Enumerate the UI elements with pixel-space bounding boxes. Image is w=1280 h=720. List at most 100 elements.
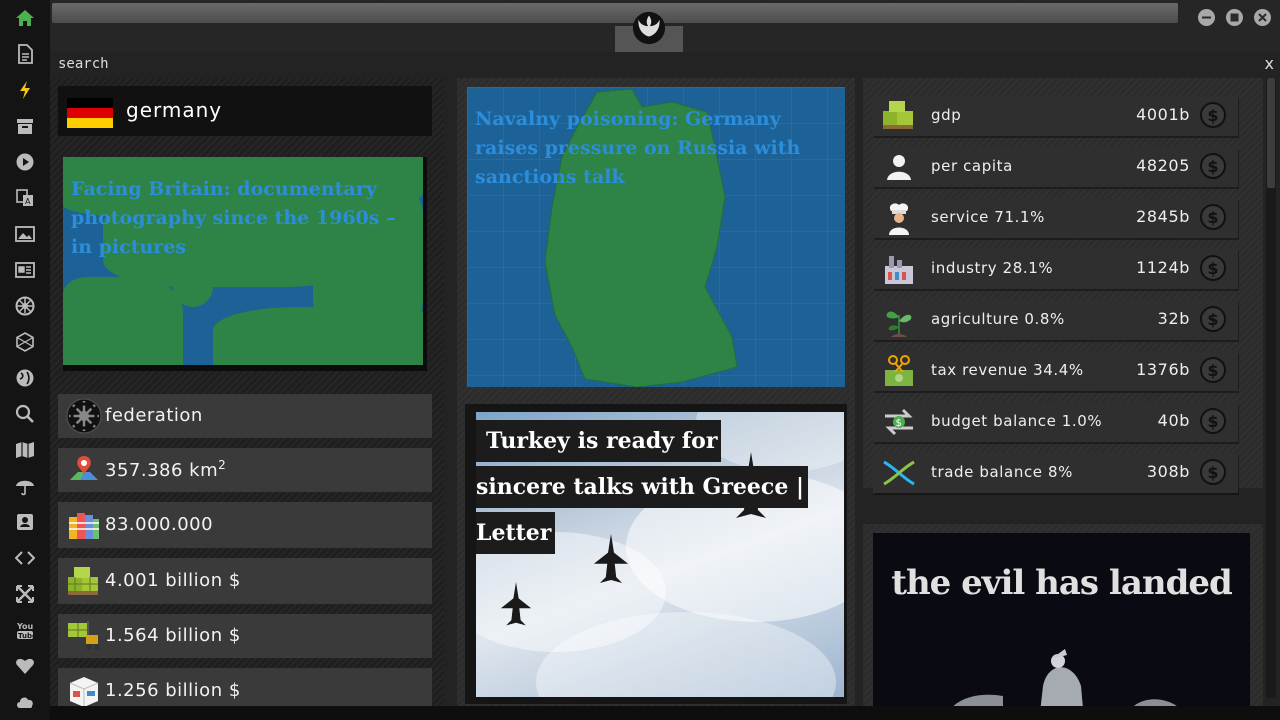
area-row: 357.386 km2 (58, 448, 432, 492)
dollar-icon[interactable]: $ (1200, 153, 1226, 179)
minimize-icon[interactable] (1198, 9, 1215, 26)
exports-total: 1.256 billion $ (105, 680, 241, 701)
lightning-icon[interactable] (13, 78, 37, 102)
germany-news-headline[interactable]: Navalny poisoning: Germany raises pressu… (475, 105, 820, 192)
turkey-headline-line-3[interactable]: Letter (476, 512, 556, 554)
cloud-icon[interactable] (13, 690, 37, 714)
germany-news-card[interactable]: Navalny poisoning: Germany raises pressu… (467, 87, 845, 387)
economy-stats-column: gdp 4001b $ per capita 48205 $ service 7… (863, 78, 1263, 493)
svg-text:$: $ (896, 418, 902, 429)
stat-label: agriculture 0.8% (931, 310, 1065, 328)
contact-icon[interactable] (13, 510, 37, 534)
play-icon[interactable] (13, 150, 37, 174)
dollar-icon[interactable]: $ (1200, 357, 1226, 383)
exports-row: 1.256 billion $ (58, 668, 432, 706)
money-forklift-icon (68, 621, 100, 650)
heart-icon[interactable] (13, 654, 37, 678)
document-icon[interactable] (13, 42, 37, 66)
chef-icon (889, 203, 909, 235)
country-header[interactable]: germany (58, 86, 432, 136)
map-icon[interactable] (13, 438, 37, 462)
umbrella-icon[interactable] (13, 474, 37, 498)
scrollbar[interactable] (1266, 78, 1276, 698)
stat-value: 1124b (1136, 258, 1190, 277)
expand-icon[interactable] (13, 582, 37, 606)
title-bar (50, 0, 1280, 52)
stat-value: 40b (1157, 411, 1190, 430)
budget-total: 1.564 billion $ (105, 625, 241, 646)
country-name: germany (126, 98, 223, 122)
money-pallet-icon (68, 567, 98, 595)
dollar-icon[interactable]: $ (1200, 102, 1226, 128)
eagle-emblem-image (953, 649, 1177, 706)
image-icon[interactable] (13, 222, 37, 246)
stat-value: 308b (1146, 462, 1190, 481)
main-panel: search x germany Facing Britain: documen… (50, 52, 1280, 706)
turkey-headline-line-2[interactable]: sincere talks with Greece | (476, 466, 808, 508)
stat-row[interactable]: agriculture 0.8% 32b $ (873, 300, 1238, 340)
map-pin-icon (70, 456, 98, 480)
trade-cross-icon (883, 460, 915, 486)
close-search-button[interactable]: x (1265, 54, 1274, 73)
jet-2 (593, 534, 629, 584)
search-icon[interactable] (13, 402, 37, 426)
population-icon (69, 513, 99, 539)
stat-row[interactable]: gdp 4001b $ (873, 96, 1238, 136)
stat-row[interactable]: $ budget balance 1.0% 40b $ (873, 402, 1238, 442)
hexagon-icon[interactable] (13, 330, 37, 354)
factory-icon (885, 256, 913, 284)
scissors-money-icon (885, 355, 913, 386)
stat-label: trade balance 8% (931, 463, 1073, 481)
globe-icon[interactable] (13, 366, 37, 390)
dollar-icon[interactable]: $ (1200, 459, 1226, 485)
scrollbar-thumb[interactable] (1267, 78, 1275, 188)
germany-flag (67, 98, 113, 128)
code-icon[interactable] (13, 546, 37, 570)
government-type: federation (105, 405, 203, 426)
newspaper-icon[interactable] (13, 258, 37, 282)
gdp-row: 4.001 billion $ (58, 558, 432, 604)
plant-icon (886, 311, 912, 337)
stat-label: budget balance 1.0% (931, 412, 1103, 430)
budget-row: 1.564 billion $ (58, 614, 432, 658)
promo-column: the evil has landed (863, 524, 1263, 706)
stat-label: tax revenue 34.4% (931, 361, 1084, 379)
galactic-empire-icon[interactable] (13, 294, 37, 318)
dollar-icon[interactable]: $ (1200, 408, 1226, 434)
promo-banner[interactable]: the evil has landed (873, 533, 1250, 706)
news-column: Navalny poisoning: Germany raises pressu… (457, 78, 855, 706)
dollar-icon[interactable]: $ (1200, 306, 1226, 332)
rebel-alliance-icon (632, 11, 666, 45)
country-area: 357.386 km2 (105, 458, 227, 481)
turkey-news-card[interactable]: Turkey is ready for sincere talks with G… (465, 404, 847, 704)
jet-3 (500, 582, 532, 626)
title-field[interactable] (52, 3, 1178, 23)
stat-row[interactable]: trade balance 8% 308b $ (873, 453, 1238, 493)
dollar-icon[interactable]: $ (1200, 204, 1226, 230)
stat-row[interactable]: industry 28.1% 1124b $ (873, 249, 1238, 289)
stat-value: 1376b (1136, 360, 1190, 379)
maximize-icon[interactable] (1226, 9, 1243, 26)
svg-text:Tube: Tube (18, 632, 35, 640)
archive-icon[interactable] (13, 114, 37, 138)
dollar-icon[interactable]: $ (1200, 255, 1226, 281)
stat-row[interactable]: tax revenue 34.4% 1376b $ (873, 351, 1238, 391)
stat-value: 32b (1157, 309, 1190, 328)
translate-icon[interactable]: A (13, 186, 37, 210)
home-icon[interactable] (13, 6, 37, 30)
country-map-card[interactable]: Facing Britain: documentary photography … (63, 157, 427, 371)
stat-row[interactable]: per capita 48205 $ (873, 147, 1238, 187)
search-label[interactable]: search (58, 56, 109, 72)
stat-row[interactable]: service 71.1% 2845b $ (873, 198, 1238, 238)
svg-text:You: You (16, 622, 34, 631)
government-type-row: federation (58, 394, 432, 438)
population: 83.000.000 (105, 514, 214, 535)
close-icon[interactable] (1254, 9, 1271, 26)
turkey-headline-line-1[interactable]: Turkey is ready for (476, 420, 722, 462)
youtube-icon[interactable]: You Tube (13, 618, 37, 642)
svg-text:A: A (25, 197, 31, 206)
stat-label: gdp (931, 106, 962, 124)
map-headline[interactable]: Facing Britain: documentary photography … (71, 175, 416, 262)
stat-value: 48205 (1136, 156, 1190, 175)
exchange-arrows-icon: $ (885, 408, 913, 436)
